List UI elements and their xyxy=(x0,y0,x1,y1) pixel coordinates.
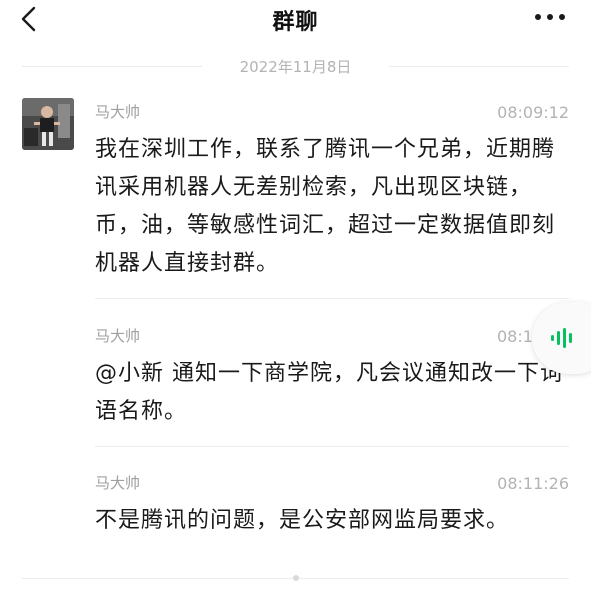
message-time: 08:11:26 xyxy=(497,474,569,493)
avatar-photo xyxy=(22,98,74,150)
avatar[interactable] xyxy=(22,98,74,150)
date-divider: 2022年11月8日 xyxy=(22,56,569,78)
date-divider-line-right xyxy=(389,66,569,67)
message-sender: 马大帅 xyxy=(95,103,141,121)
message-text[interactable]: 不是腾讯的问题，是公安部网监局要求。 xyxy=(95,502,565,540)
message-text[interactable]: 我在深圳工作，联系了腾讯一个兄弟，近期腾讯采用机器人无差别检索，凡出现区块链，币… xyxy=(95,131,565,283)
message-time: 08:1 xyxy=(497,327,533,346)
chat-title: 群聊 xyxy=(272,10,319,35)
more-dots-icon[interactable] xyxy=(530,6,570,28)
message-sender: 马大帅 xyxy=(95,474,141,492)
message-separator xyxy=(95,446,569,447)
scroll-indicator-dot xyxy=(293,575,299,581)
message-sender: 马大帅 xyxy=(95,327,141,345)
voice-wave-icon xyxy=(551,328,572,348)
chat-header: 群聊 xyxy=(0,0,591,40)
message-separator xyxy=(95,298,569,299)
message-text[interactable]: @小新 通知一下商学院，凡会议通知改一下词语名称。 xyxy=(95,355,565,431)
message-time: 08:09:12 xyxy=(497,103,569,122)
